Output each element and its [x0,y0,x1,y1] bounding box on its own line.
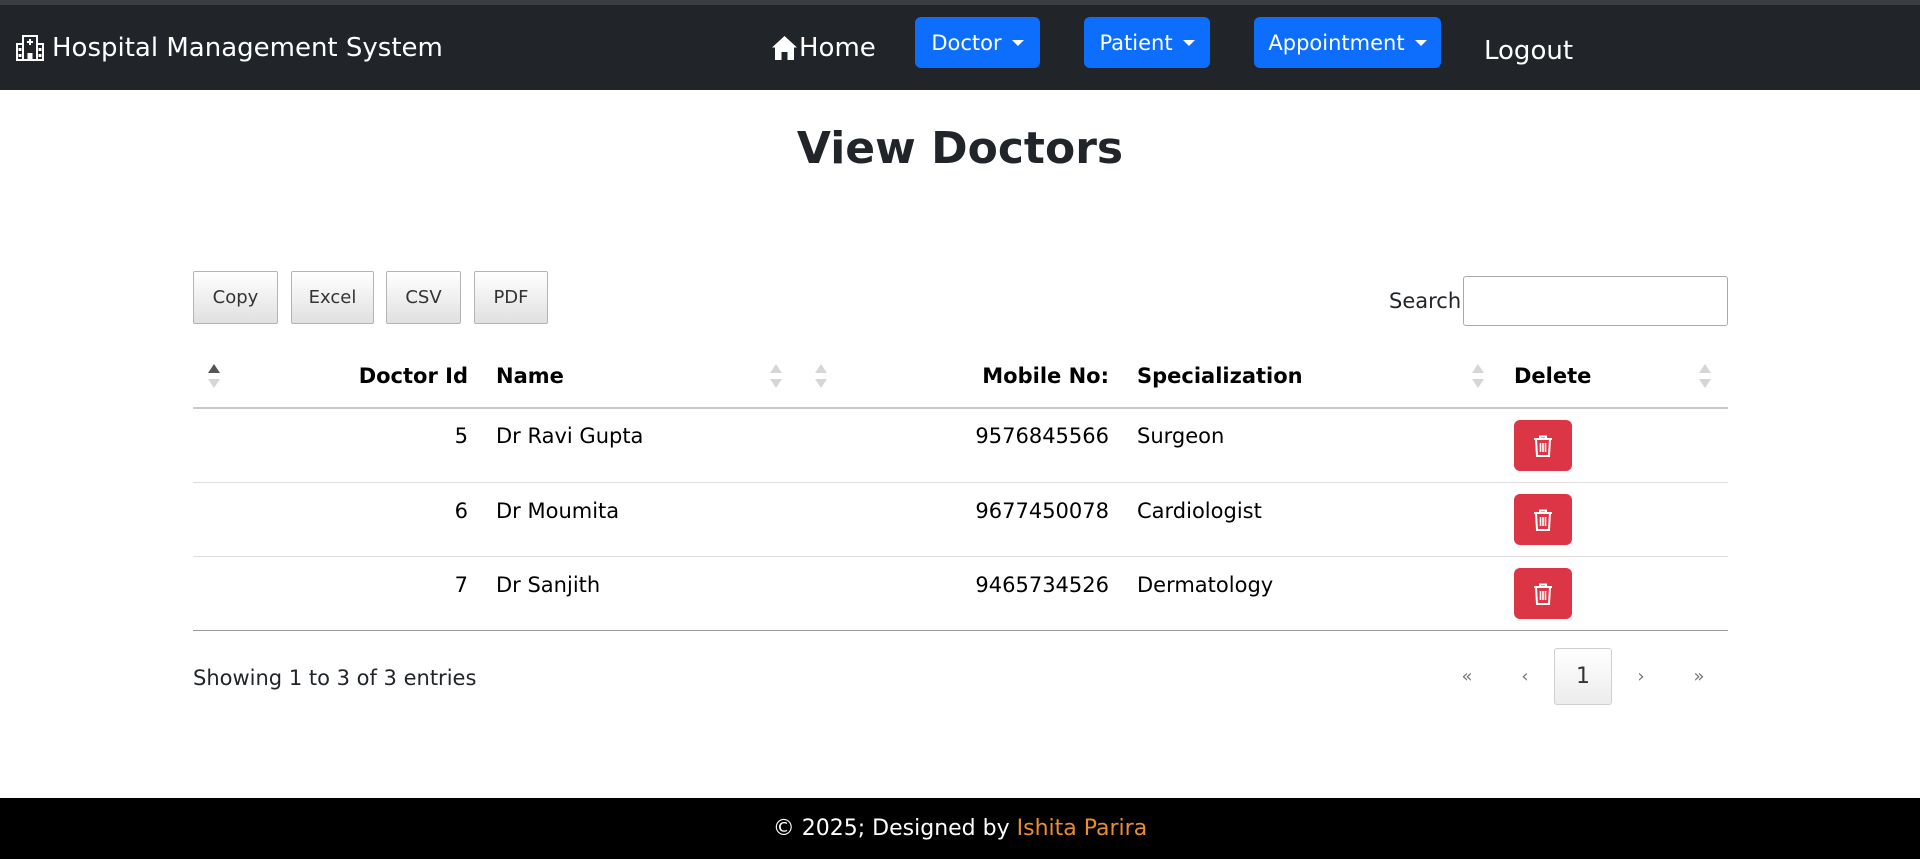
patient-dropdown-label: Patient [1099,30,1173,55]
delete-button[interactable] [1514,420,1572,471]
footer-author-link[interactable]: Ishita Parira [1017,816,1148,841]
trash-icon [1534,509,1552,531]
pagination-first[interactable]: « [1438,648,1496,705]
cell-name: Dr Sanjith [496,573,601,597]
row-divider [193,556,1728,557]
cell-specialization: Surgeon [1137,424,1225,448]
table-header-divider [193,407,1728,409]
table-bottom-divider [193,630,1728,631]
cell-specialization: Cardiologist [1137,499,1262,523]
nav-home-label: Home [799,33,876,63]
sort-icon[interactable] [1471,363,1485,389]
pagination-last[interactable]: » [1670,648,1728,705]
pagination-next[interactable]: › [1612,648,1670,705]
footer: © 2025; Designed by Ishita Parira [0,798,1920,859]
cell-doctor-id: 5 [454,424,468,448]
footer-copyright: © 2025; Designed by [772,816,1017,841]
patient-dropdown[interactable]: Patient [1084,17,1210,68]
search-label: Search: [1389,289,1469,313]
csv-button[interactable]: CSV [386,271,461,324]
appointment-dropdown-label: Appointment [1268,30,1405,55]
nav-home-link[interactable]: Home [771,33,876,63]
col-header-mobile[interactable]: Mobile No: [830,364,1109,388]
cell-doctor-id: 7 [454,573,468,597]
copy-button[interactable]: Copy [193,271,278,324]
trash-icon [1534,583,1552,605]
cell-name: Dr Ravi Gupta [496,424,644,448]
appointment-dropdown[interactable]: Appointment [1254,17,1441,68]
col-header-specialization[interactable]: Specialization [1137,364,1303,388]
logout-link[interactable]: Logout [1484,36,1573,66]
sort-icon[interactable] [1698,363,1712,389]
hospital-icon [16,35,44,61]
cell-specialization: Dermatology [1137,573,1274,597]
page-title: View Doctors [796,123,1124,174]
pagination-previous[interactable]: ‹ [1496,648,1554,705]
caret-down-icon [1182,39,1195,46]
cell-mobile: 9677450078 [975,499,1109,523]
doctor-dropdown[interactable]: Doctor [915,17,1040,68]
pagination-page-1[interactable]: 1 [1554,648,1612,705]
excel-button[interactable]: Excel [291,271,374,324]
cell-doctor-id: 6 [454,499,468,523]
table-info: Showing 1 to 3 of 3 entries [193,666,477,690]
caret-down-icon [1011,39,1024,46]
trash-icon [1534,435,1552,457]
delete-button[interactable] [1514,494,1572,545]
delete-button[interactable] [1514,568,1572,619]
col-header-doctor-id[interactable]: Doctor Id [193,364,468,388]
col-header-name[interactable]: Name [496,364,564,388]
cell-name: Dr Moumita [496,499,620,523]
search-input[interactable] [1463,276,1728,326]
cell-mobile: 9465734526 [975,573,1109,597]
cell-mobile: 9576845566 [975,424,1109,448]
caret-down-icon [1414,39,1427,46]
brand-label: Hospital Management System [52,33,443,63]
doctor-dropdown-label: Doctor [931,30,1002,55]
brand[interactable]: Hospital Management System [15,33,443,63]
sort-icon[interactable] [769,363,783,389]
home-icon [772,36,797,60]
row-divider [193,482,1728,483]
navbar: Hospital Management System Home Doctor P… [0,0,1920,90]
col-header-delete[interactable]: Delete [1514,364,1591,388]
sort-icon[interactable] [814,363,828,389]
pdf-button[interactable]: PDF [474,271,548,324]
